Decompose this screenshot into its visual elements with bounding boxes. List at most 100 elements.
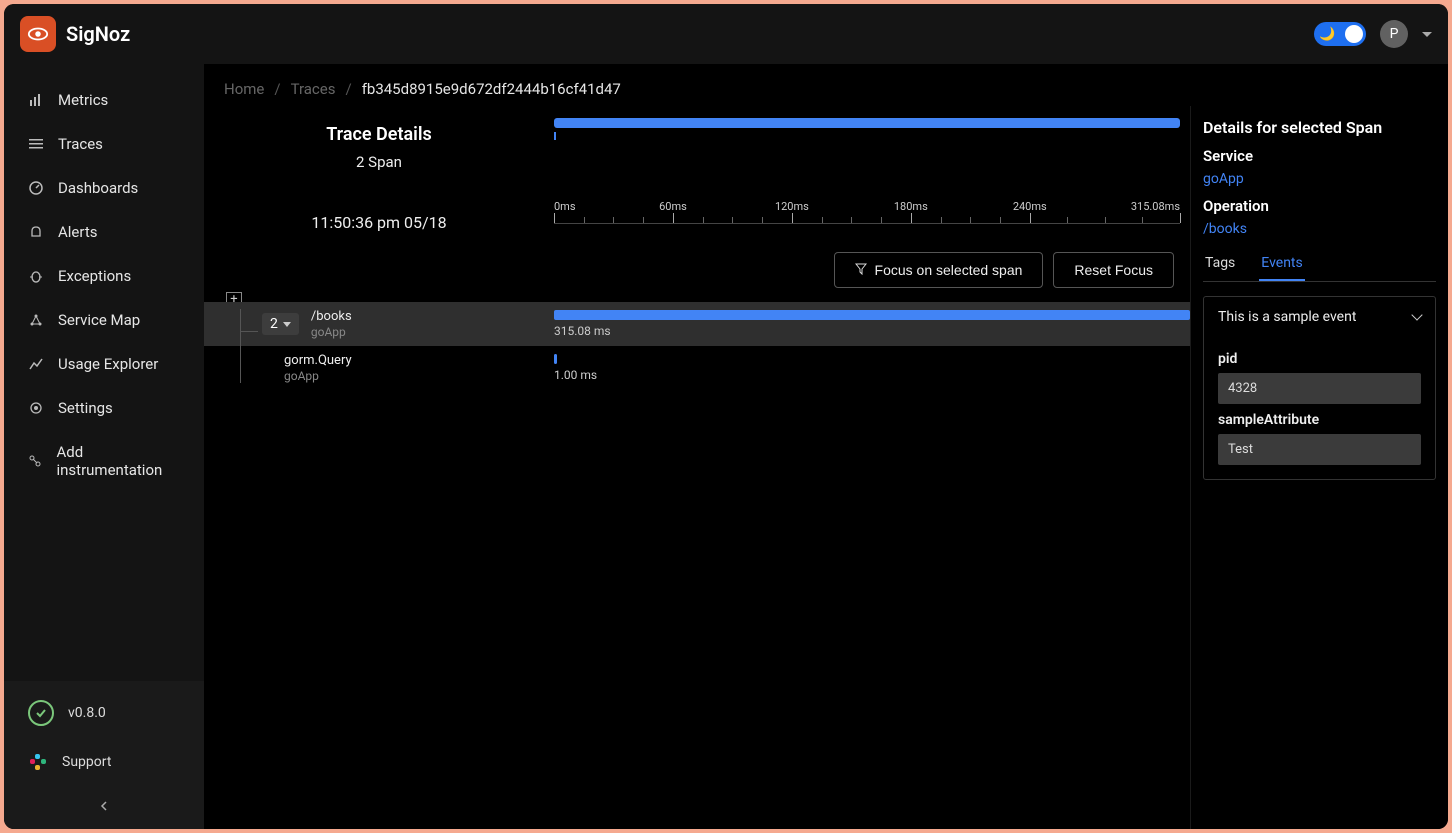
caret-down-icon xyxy=(283,322,291,327)
span-duration: 1.00 ms xyxy=(554,368,597,382)
span-row[interactable]: 2 /books goApp 315.08 ms xyxy=(204,302,1190,346)
overview-tick xyxy=(554,132,556,140)
details-title: Details for selected Span xyxy=(1203,118,1436,137)
details-panel: Details for selected Span Service goApp … xyxy=(1190,106,1448,829)
sidebar-item-traces[interactable]: Traces xyxy=(4,122,204,166)
side-nav: Metrics Traces Dashboards Alerts Excepti… xyxy=(4,64,204,681)
support-item[interactable]: Support xyxy=(4,739,204,785)
trace-header-row: Trace Details 2 Span 11:50:36 pm 05/18 0… xyxy=(204,112,1190,238)
user-menu-caret-icon[interactable] xyxy=(1422,32,1432,37)
body-area: Metrics Traces Dashboards Alerts Excepti… xyxy=(4,64,1448,829)
span-right: 1.00 ms xyxy=(554,346,1190,390)
span-left: gorm.Query goApp xyxy=(204,353,554,383)
span-count-pill[interactable]: 2 xyxy=(262,313,299,335)
trace-timestamp: 11:50:36 pm 05/18 xyxy=(204,213,554,238)
span-operation: gorm.Query xyxy=(284,353,352,368)
sidebar-bottom: v0.8.0 Support xyxy=(4,681,204,829)
breadcrumb-home[interactable]: Home xyxy=(224,80,264,98)
event-header[interactable]: This is a sample event xyxy=(1204,297,1435,337)
overview-bar-area[interactable] xyxy=(554,118,1180,142)
moon-icon: 🌙 xyxy=(1319,27,1335,42)
sidebar-item-usage-explorer[interactable]: Usage Explorer xyxy=(4,342,204,386)
ruler-label: 315.08ms xyxy=(1131,200,1180,213)
toggle-knob xyxy=(1345,25,1363,43)
breadcrumb-traces[interactable]: Traces xyxy=(291,80,336,98)
timeline-ruler: 0ms 60ms 120ms 180ms 240ms 315.08ms xyxy=(554,202,1180,224)
brand[interactable]: SigNoz xyxy=(20,16,130,52)
content-row: Trace Details 2 Span 11:50:36 pm 05/18 0… xyxy=(204,106,1448,829)
chevron-down-icon xyxy=(1411,309,1422,320)
reset-focus-button[interactable]: Reset Focus xyxy=(1053,252,1174,288)
span-service: goApp xyxy=(311,325,352,339)
breadcrumb-sep: / xyxy=(274,80,280,98)
sidebar-item-add-instrumentation[interactable]: Add instrumentation xyxy=(4,430,204,492)
slack-icon xyxy=(28,752,48,772)
breadcrumb-trace-id: fb345d8915e9d672df2444b16cf41d47 xyxy=(362,80,621,98)
version-item[interactable]: v0.8.0 xyxy=(4,687,204,739)
topbar-right: 🌙 P xyxy=(1314,20,1432,48)
trace-header-right: 0ms 60ms 120ms 180ms 240ms 315.08ms xyxy=(554,112,1190,238)
service-label: Service xyxy=(1203,147,1436,165)
attr-key: sampleAttribute xyxy=(1218,412,1421,428)
span-info: /books goApp xyxy=(311,309,352,339)
overview-bar xyxy=(554,118,1180,128)
avatar[interactable]: P xyxy=(1380,20,1408,48)
sidebar-item-service-map[interactable]: Service Map xyxy=(4,298,204,342)
sidebar-item-metrics[interactable]: Metrics xyxy=(4,78,204,122)
tab-events[interactable]: Events xyxy=(1259,247,1304,281)
nav-label: Alerts xyxy=(58,223,98,241)
nav-label: Dashboards xyxy=(58,179,138,197)
pill-count: 2 xyxy=(270,316,278,332)
brand-name: SigNoz xyxy=(66,22,130,46)
trace-span-count: 2 Span xyxy=(204,153,554,171)
line-chart-icon xyxy=(28,356,44,372)
nav-label: Traces xyxy=(58,135,103,153)
support-label: Support xyxy=(62,754,111,770)
list-icon xyxy=(28,136,44,152)
sidebar-item-alerts[interactable]: Alerts xyxy=(4,210,204,254)
version-label: v0.8.0 xyxy=(68,705,106,721)
sidebar-item-settings[interactable]: Settings xyxy=(4,386,204,430)
tab-tags[interactable]: Tags xyxy=(1203,247,1237,281)
collapse-sidebar-button[interactable] xyxy=(4,785,204,829)
ruler-label: 0ms xyxy=(554,200,576,213)
span-bar xyxy=(554,310,1190,320)
dashboard-icon xyxy=(28,180,44,196)
gear-icon xyxy=(28,400,44,416)
sidebar: Metrics Traces Dashboards Alerts Excepti… xyxy=(4,64,204,829)
theme-toggle[interactable]: 🌙 xyxy=(1314,22,1366,46)
trace-header-left: Trace Details 2 Span 11:50:36 pm 05/18 xyxy=(204,112,554,238)
attr-key: pid xyxy=(1218,351,1421,367)
sidebar-item-exceptions[interactable]: Exceptions xyxy=(4,254,204,298)
topbar: SigNoz 🌙 P xyxy=(4,4,1448,64)
operation-link[interactable]: /books xyxy=(1203,221,1436,237)
service-link[interactable]: goApp xyxy=(1203,171,1436,187)
span-row[interactable]: gorm.Query goApp 1.00 ms xyxy=(204,346,1190,390)
nav-label: Settings xyxy=(58,399,113,417)
focus-span-button[interactable]: Focus on selected span xyxy=(834,252,1044,288)
ruler-label: 180ms xyxy=(894,200,928,213)
btn-label: Reset Focus xyxy=(1074,262,1153,278)
event-name: This is a sample event xyxy=(1218,309,1356,325)
span-bar xyxy=(554,354,557,364)
button-bar: Focus on selected span Reset Focus xyxy=(204,238,1190,302)
ruler-label: 120ms xyxy=(775,200,809,213)
nav-label: Service Map xyxy=(58,311,140,329)
breadcrumb: Home / Traces / fb345d8915e9d672df2444b1… xyxy=(204,64,1448,106)
check-circle-icon xyxy=(28,700,54,726)
span-info: gorm.Query goApp xyxy=(284,353,352,383)
nav-label: Exceptions xyxy=(58,267,131,285)
trace-area: Trace Details 2 Span 11:50:36 pm 05/18 0… xyxy=(204,106,1190,829)
btn-label: Focus on selected span xyxy=(875,262,1023,278)
operation-label: Operation xyxy=(1203,197,1436,215)
bar-chart-icon xyxy=(28,92,44,108)
main: Home / Traces / fb345d8915e9d672df2444b1… xyxy=(204,64,1448,829)
span-operation: /books xyxy=(311,309,352,324)
flame-area: + 2 /books go xyxy=(204,302,1190,390)
nav-label: Add instrumentation xyxy=(57,443,181,479)
ruler-label: 60ms xyxy=(659,200,687,213)
nav-label: Usage Explorer xyxy=(58,355,158,373)
sidebar-item-dashboards[interactable]: Dashboards xyxy=(4,166,204,210)
api-icon xyxy=(28,453,43,469)
ruler-label: 240ms xyxy=(1013,200,1047,213)
